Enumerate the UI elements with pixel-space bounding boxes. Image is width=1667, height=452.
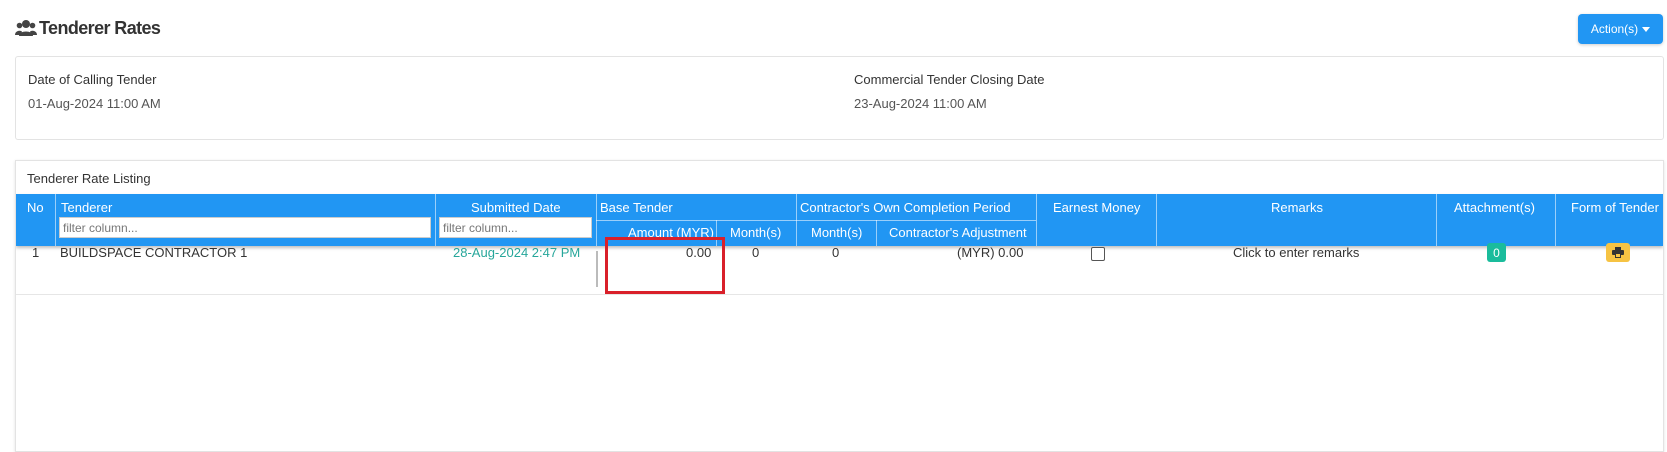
tenderer-filter-input[interactable] (59, 217, 431, 238)
column-base-tender: Base Tender (600, 200, 673, 215)
print-icon (1612, 247, 1624, 258)
closing-date-value: 23-Aug-2024 11:00 AM (854, 96, 987, 111)
row-submitted-date[interactable]: 28-Aug-2024 2:47 PM (453, 245, 580, 260)
actions-button-label: Action(s) (1590, 22, 1639, 36)
listing-title: Tenderer Rate Listing (27, 171, 151, 186)
column-amount[interactable]: Amount (MYR) (628, 225, 714, 240)
tender-info-panel: Date of Calling Tender 01-Aug-2024 11:00… (15, 56, 1664, 140)
column-form-of-tender: Form of Tender (1571, 200, 1659, 215)
row-remarks[interactable]: Click to enter remarks (1233, 245, 1359, 260)
row-cop-months[interactable]: 0 (832, 245, 839, 260)
column-cop-months[interactable]: Month(s) (811, 225, 862, 240)
row-tenderer: BUILDSPACE CONTRACTOR 1 (60, 245, 248, 260)
row-months[interactable]: 0 (752, 245, 759, 260)
row-amount[interactable]: 0.00 (686, 245, 711, 260)
column-completion-period: Contractor's Own Completion Period (800, 200, 1011, 215)
calling-date-value: 01-Aug-2024 11:00 AM (28, 96, 161, 111)
row-no: 1 (32, 245, 40, 260)
column-no: No (27, 200, 44, 215)
caret-down-icon (1642, 26, 1651, 32)
attachment-count: 0 (1493, 245, 1500, 260)
column-tenderer[interactable]: Tenderer (61, 200, 112, 215)
form-of-tender-button[interactable] (1606, 243, 1630, 262)
column-remarks: Remarks (1271, 200, 1324, 215)
users-icon (15, 20, 37, 36)
submitted-date-filter-input[interactable] (439, 217, 592, 238)
column-attachments: Attachment(s) (1454, 200, 1535, 215)
cell-divider (596, 251, 598, 287)
column-months[interactable]: Month(s) (730, 225, 781, 240)
table-header: No Tenderer Submitted Date Base Tender A… (16, 194, 1663, 246)
calling-date-label: Date of Calling Tender (28, 72, 157, 87)
page-title: Tenderer Rates (39, 17, 161, 38)
tenderer-rate-listing: Tenderer Rate Listing No Tenderer Submit… (15, 160, 1664, 452)
column-submitted-date[interactable]: Submitted Date (471, 200, 561, 215)
closing-date-label: Commercial Tender Closing Date (854, 72, 1045, 87)
earnest-money-checkbox[interactable] (1091, 247, 1105, 261)
page-header: Tenderer Rates (15, 14, 161, 42)
actions-button[interactable]: Action(s) (1578, 14, 1663, 44)
row-divider (16, 294, 1663, 295)
column-adjustment[interactable]: Contractor's Adjustment (889, 225, 1027, 240)
column-earnest-money: Earnest Money (1053, 200, 1141, 215)
row-adjustment[interactable]: (MYR) 0.00 (957, 245, 1023, 260)
attachment-count-badge[interactable]: 0 (1487, 243, 1506, 262)
